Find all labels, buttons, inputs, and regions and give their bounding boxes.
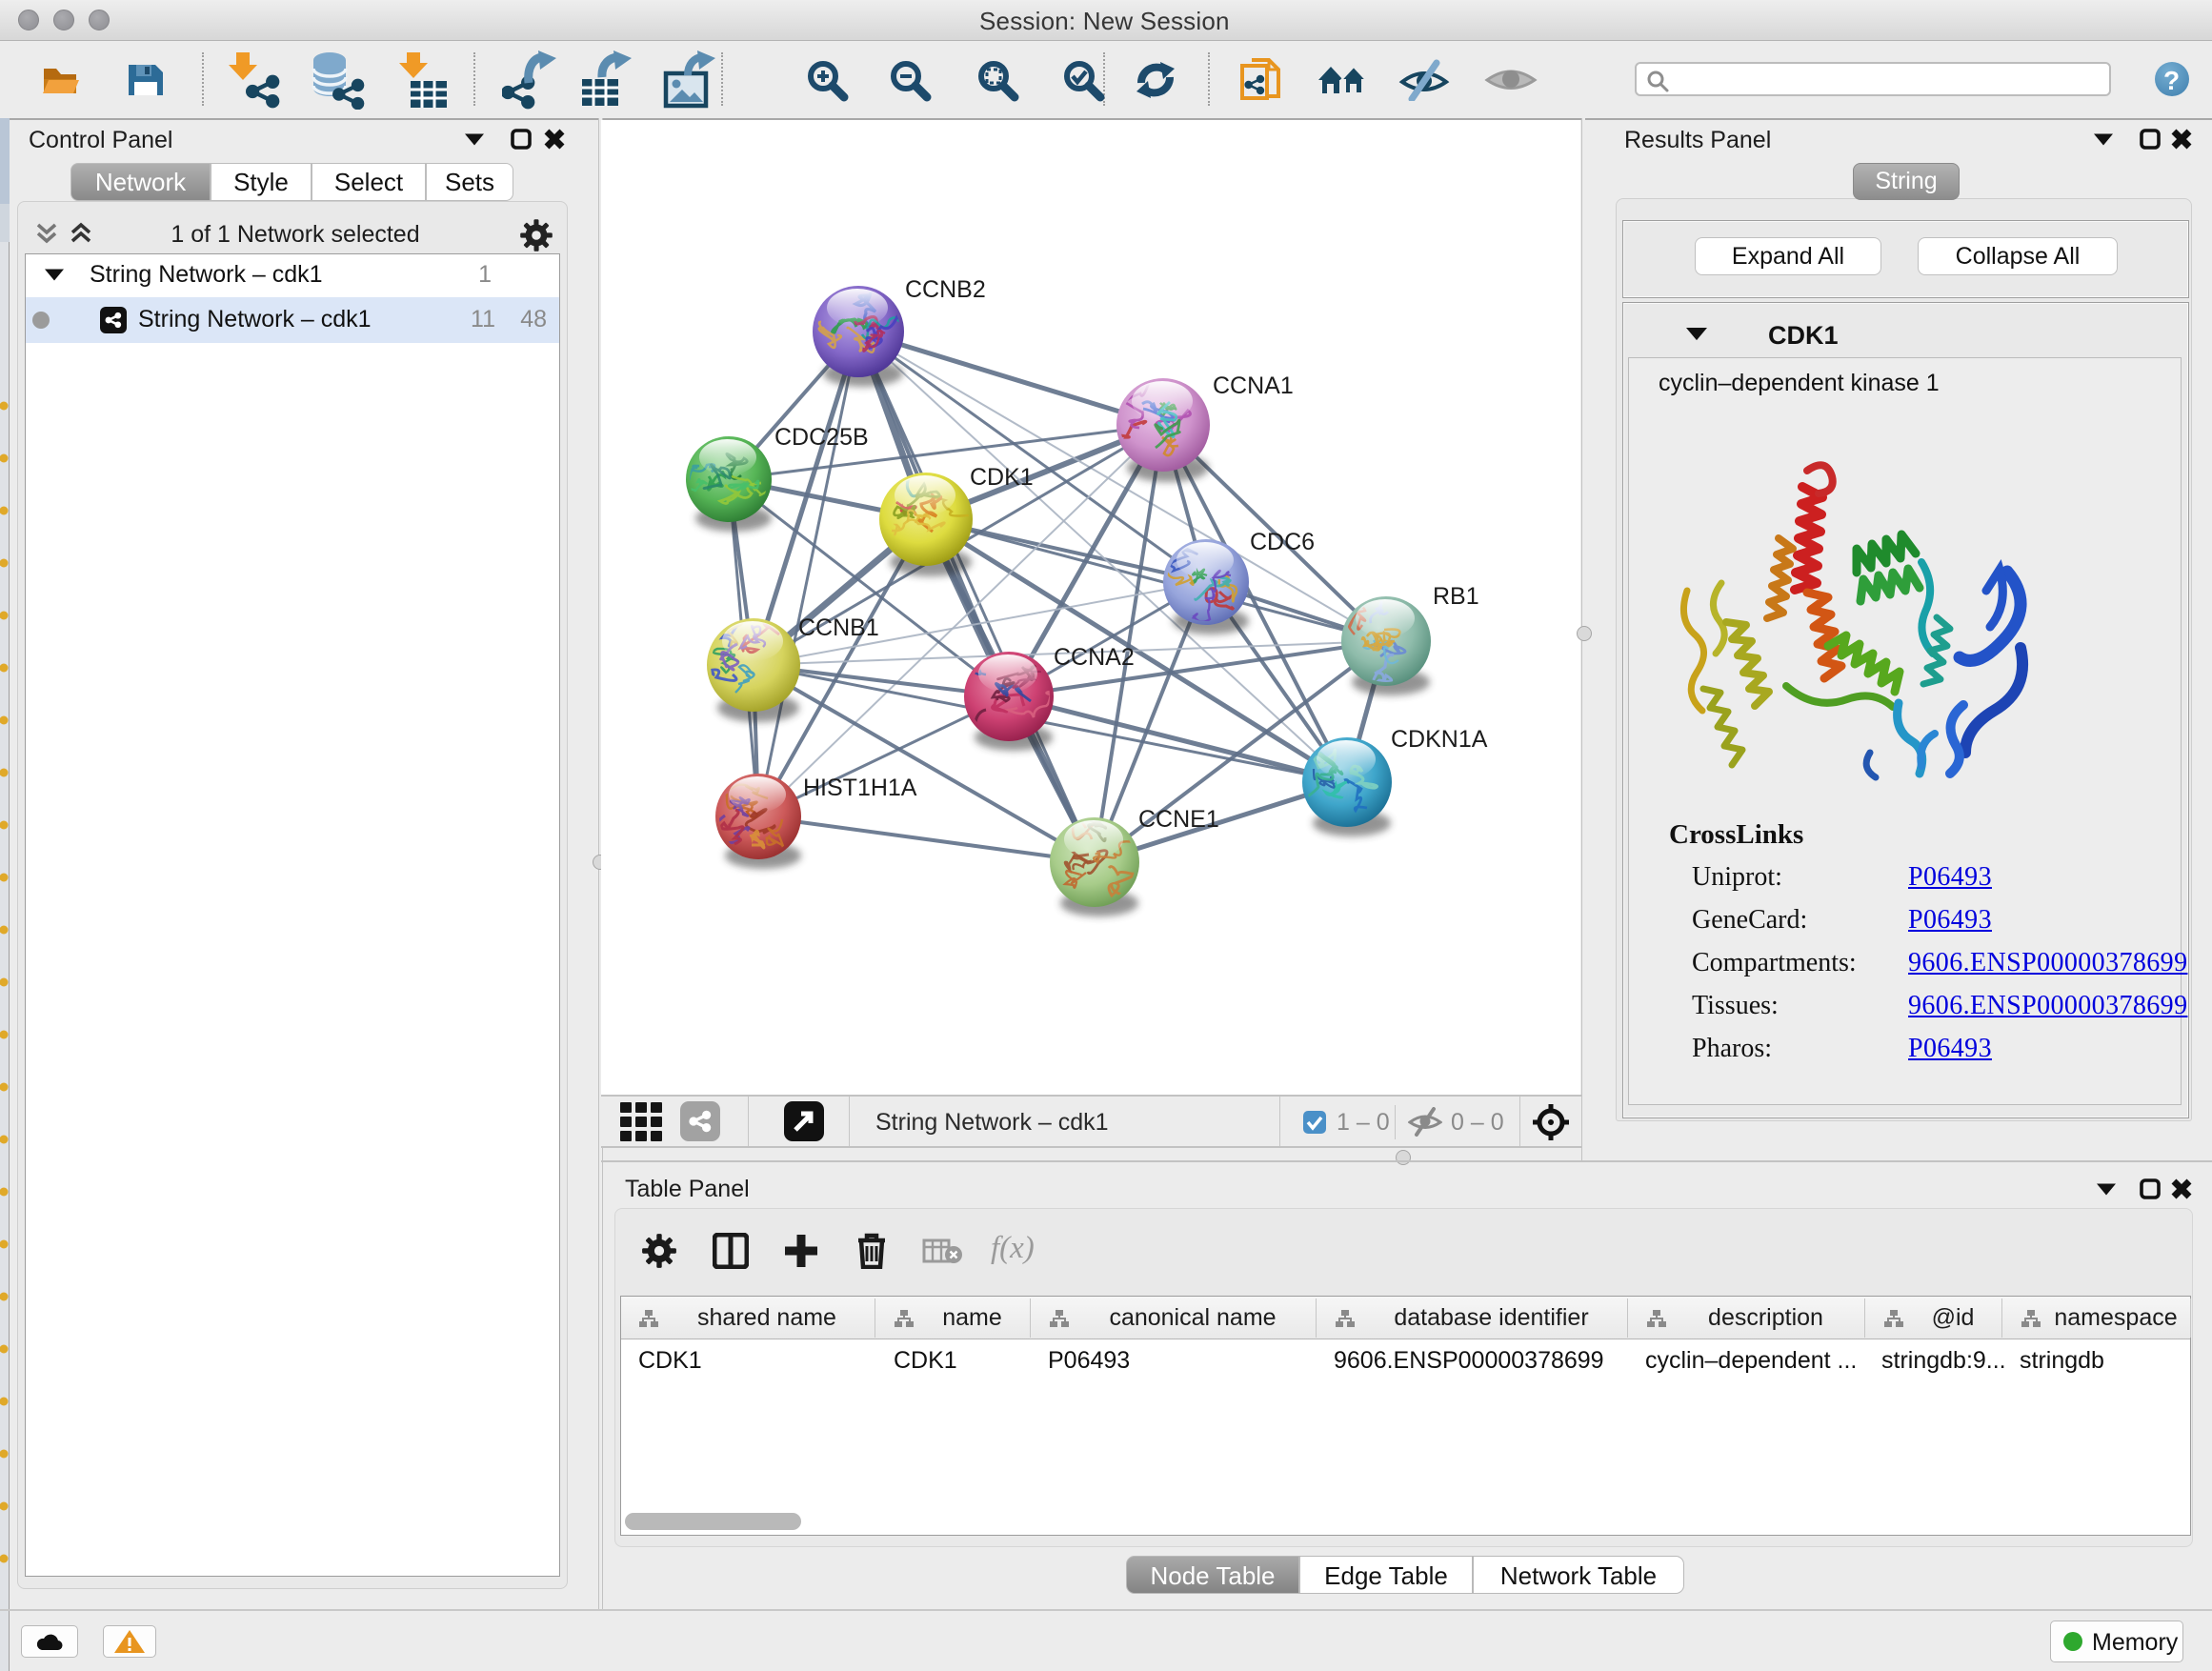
svg-text:CCNB1: CCNB1 (798, 614, 879, 641)
svg-text:CDK1: CDK1 (970, 464, 1034, 491)
svg-text:CCNB2: CCNB2 (905, 276, 986, 303)
svg-text:CDC6: CDC6 (1250, 529, 1315, 555)
svg-text:HIST1H1A: HIST1H1A (803, 775, 917, 801)
svg-text:CDKN1A: CDKN1A (1391, 726, 1488, 753)
svg-text:RB1: RB1 (1433, 583, 1479, 610)
svg-text:CCNE1: CCNE1 (1138, 806, 1219, 833)
svg-text:CCNA2: CCNA2 (1054, 644, 1135, 671)
svg-text:CDC25B: CDC25B (774, 424, 869, 451)
svg-text:CCNA1: CCNA1 (1213, 372, 1294, 399)
